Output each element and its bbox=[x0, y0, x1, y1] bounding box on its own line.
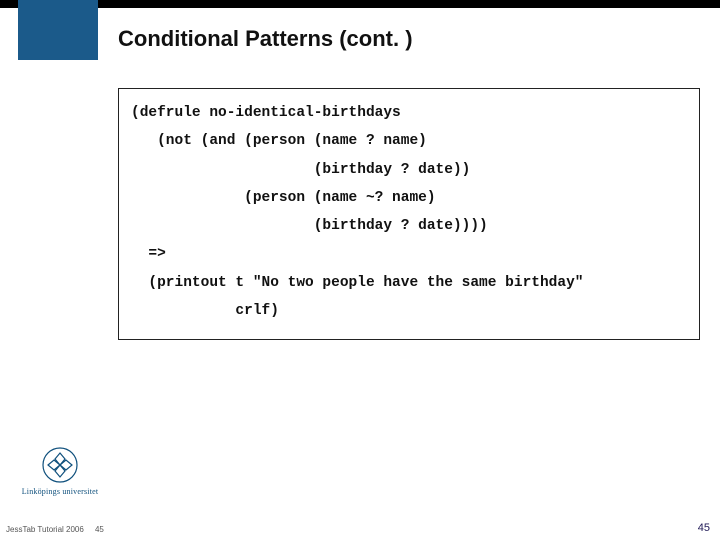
code-box: (defrule no-identical-birthdays (not (an… bbox=[118, 88, 700, 340]
seal-icon bbox=[40, 445, 80, 485]
footer-page-small: 45 bbox=[95, 525, 104, 534]
code-line: crlf) bbox=[131, 303, 279, 319]
code-line: (birthday ? date)))) bbox=[131, 218, 488, 234]
university-logo-area: Linköpings universitet bbox=[10, 445, 110, 496]
code-line: (birthday ? date)) bbox=[131, 162, 470, 178]
top-bar bbox=[0, 0, 720, 8]
code-line: (person (name ~? name) bbox=[131, 190, 436, 206]
footer-source: JessTab Tutorial 2006 bbox=[6, 525, 84, 534]
code-line: => bbox=[131, 246, 166, 262]
footer-left: JessTab Tutorial 2006 45 bbox=[6, 525, 104, 534]
code-line: (printout t "No two people have the same… bbox=[131, 275, 583, 291]
slide-title: Conditional Patterns (cont. ) bbox=[118, 26, 413, 52]
footer-page-number: 45 bbox=[698, 522, 710, 534]
sidebar-accent-block bbox=[18, 0, 98, 60]
university-name: Linköpings universitet bbox=[10, 487, 110, 496]
code-line: (defrule no-identical-birthdays bbox=[131, 105, 401, 121]
code-line: (not (and (person (name ? name) bbox=[131, 133, 427, 149]
